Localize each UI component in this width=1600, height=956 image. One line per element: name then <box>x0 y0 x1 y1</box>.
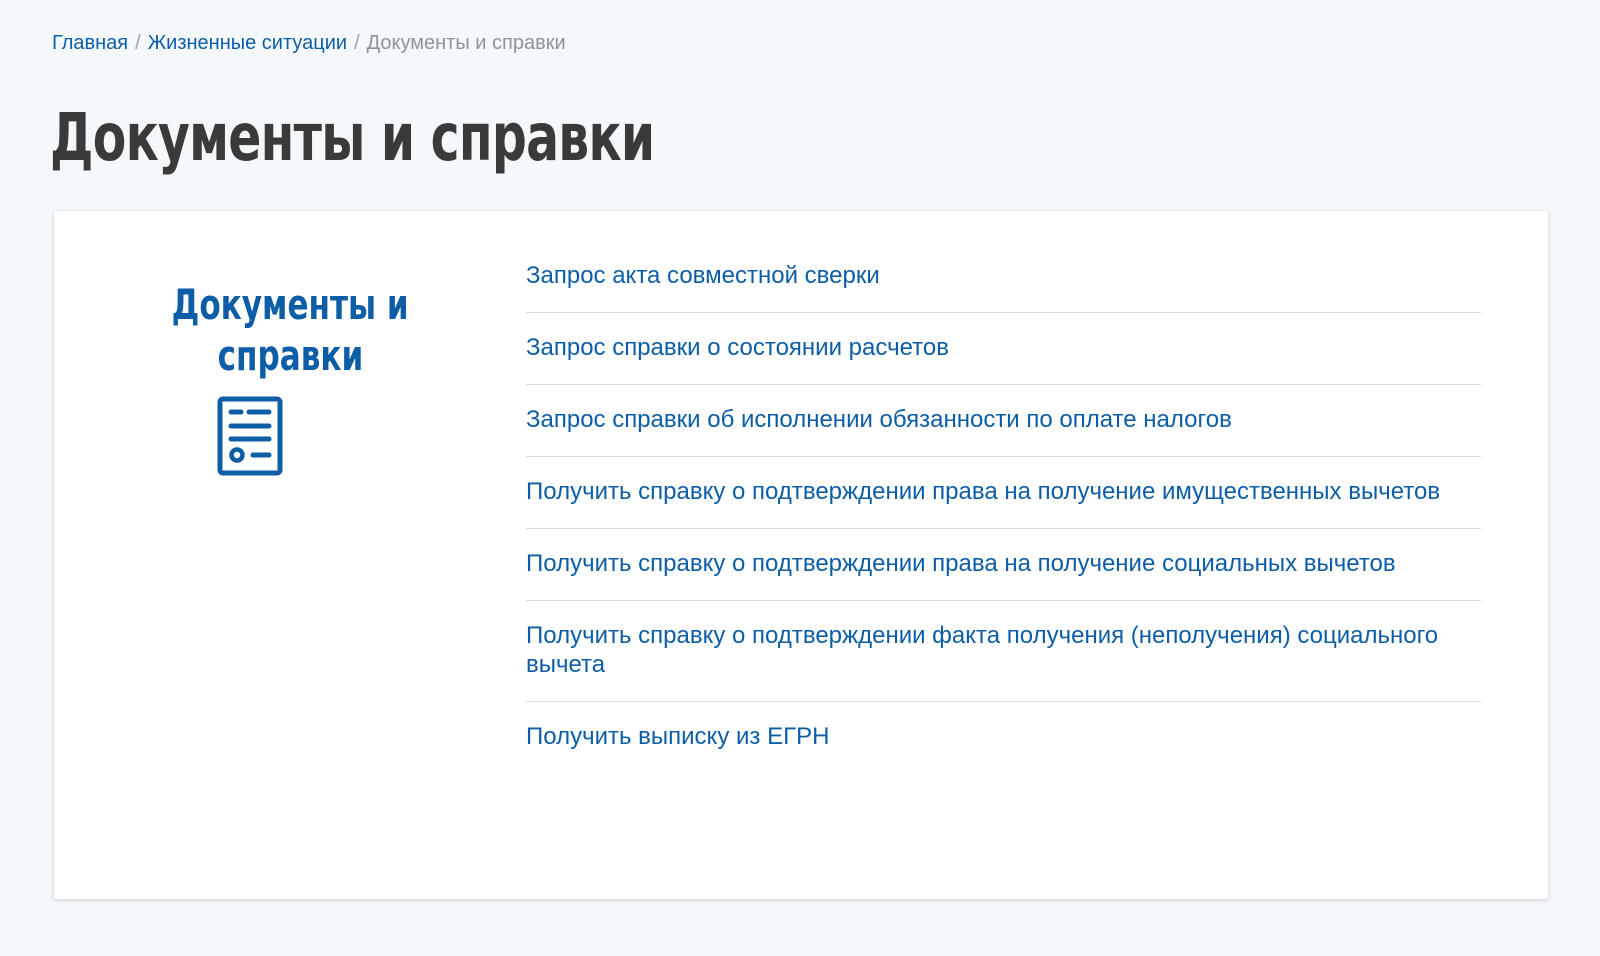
list-item: Получить справку о подтверждении права н… <box>526 529 1481 601</box>
link-settlement-status[interactable]: Запрос справки о состоянии расчетов <box>526 333 1481 362</box>
card-side-title-line1: Документы и <box>171 280 409 329</box>
document-icon <box>217 396 283 476</box>
card-side-title-line2: справки <box>217 331 363 380</box>
list-item: Запрос справки об исполнении обязанности… <box>526 385 1481 457</box>
list-item: Запрос справки о состоянии расчетов <box>526 313 1481 385</box>
list-item: Получить справку о подтверждении факта п… <box>526 601 1481 702</box>
link-property-deductions[interactable]: Получить справку о подтверждении права н… <box>526 477 1481 506</box>
breadcrumb-separator: / <box>354 32 360 54</box>
page: Главная / Жизненные ситуации / Документы и с… <box>0 0 1600 956</box>
breadcrumb-home-link[interactable]: Главная <box>52 32 128 54</box>
breadcrumb-situations-link[interactable]: Жизненные ситуации <box>148 32 347 54</box>
breadcrumb-current: Документы и справки <box>366 32 566 54</box>
link-social-deductions[interactable]: Получить справку о подтверждении права н… <box>526 549 1481 578</box>
link-egrn-extract[interactable]: Получить выписку из ЕГРН <box>526 722 1481 751</box>
link-social-deduction-fact[interactable]: Получить справку о подтверждении факта п… <box>526 621 1481 679</box>
card-side-title: Документы и справки <box>54 279 526 381</box>
list-item: Получить выписку из ЕГРН <box>526 702 1481 773</box>
list-item: Запрос акта совместной сверки <box>526 241 1481 313</box>
link-tax-obligation-fulfilment[interactable]: Запрос справки об исполнении обязанности… <box>526 405 1481 434</box>
documents-card: Документы и справки Запрос акта совместн… <box>54 211 1548 899</box>
page-title: Документы и справки <box>50 99 655 176</box>
list-item: Получить справку о подтверждении права н… <box>526 457 1481 529</box>
link-reconciliation-act[interactable]: Запрос акта совместной сверки <box>526 261 1481 290</box>
breadcrumb-separator: / <box>135 32 141 54</box>
documents-link-list: Запрос акта совместной сверки Запрос спр… <box>526 241 1481 773</box>
breadcrumb: Главная / Жизненные ситуации / Документы и с… <box>52 31 566 55</box>
